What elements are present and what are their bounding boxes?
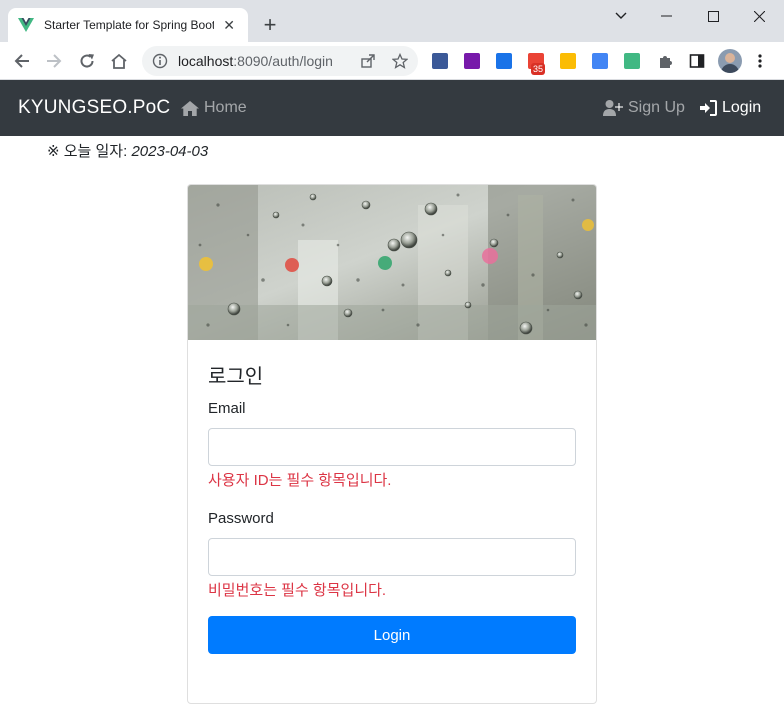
share-icon[interactable]: [360, 53, 376, 69]
login-card: 로그인 Email 사용자 ID는 필수 항목입니다. Password 비밀번…: [187, 184, 597, 704]
nav-signup-label: Sign Up: [628, 99, 685, 116]
forward-icon[interactable]: [42, 49, 66, 73]
nav-login-label: Login: [722, 99, 762, 116]
s-ext-icon[interactable]: [496, 53, 512, 69]
side-panel-icon[interactable]: [689, 53, 705, 69]
rain-window-image: [188, 185, 596, 340]
email-field[interactable]: [208, 428, 576, 466]
keep-ext-icon[interactable]: [560, 53, 576, 69]
email-label: Email: [208, 400, 246, 417]
profile-avatar[interactable]: [718, 49, 742, 73]
site-info-icon[interactable]: [152, 53, 168, 69]
minimize-icon[interactable]: [644, 4, 690, 28]
today-date: ※ 오늘 일자: 2023-04-03: [47, 140, 208, 161]
tab-title: Starter Template for Spring Boot: [44, 18, 215, 32]
address-bar[interactable]: localhost:8090/auth/login: [142, 46, 418, 76]
home-icon[interactable]: [107, 49, 131, 73]
password-error-text: 비밀번호는 필수 항목입니다.: [208, 582, 387, 599]
translate-ext-icon[interactable]: [592, 53, 608, 69]
user-plus-icon: [603, 100, 623, 116]
login-button[interactable]: Login: [208, 616, 576, 654]
password-field[interactable]: [208, 538, 576, 576]
tab-search-icon[interactable]: [598, 4, 644, 28]
tab-close-icon[interactable]: ✕: [220, 16, 238, 34]
browser-toolbar: localhost:8090/auth/login 35: [0, 42, 784, 80]
gmail-badge-count: 35: [531, 63, 546, 75]
nav-home-label: Home: [204, 99, 247, 116]
extensions-puzzle-icon[interactable]: [657, 53, 673, 69]
today-value: 2023-04-03: [131, 143, 209, 160]
vue-favicon-icon: [18, 18, 34, 32]
brand-logo[interactable]: KYUNGSEO.PoC: [18, 97, 170, 119]
home-icon: [181, 100, 199, 116]
url-path: :8090/auth/login: [233, 53, 333, 69]
close-window-icon[interactable]: [736, 4, 782, 28]
kebab-menu-icon[interactable]: [756, 53, 764, 69]
download-ext-icon[interactable]: [432, 53, 448, 69]
browser-tab[interactable]: Starter Template for Spring Boot ✕: [8, 8, 248, 42]
reload-icon[interactable]: [75, 49, 99, 73]
sign-in-icon: [699, 100, 717, 116]
browser-titlebar: Starter Template for Spring Boot ✕ +: [0, 0, 784, 42]
onenote-ext-icon[interactable]: [464, 53, 480, 69]
nav-link-home[interactable]: Home: [181, 99, 247, 117]
nav-link-login[interactable]: Login: [699, 99, 761, 117]
today-label: ※ 오늘 일자:: [47, 143, 132, 160]
bookmark-star-icon[interactable]: [392, 53, 408, 69]
back-icon[interactable]: [10, 49, 34, 73]
site-navbar: KYUNGSEO.PoC Home Sign Up Login: [0, 80, 784, 136]
url-host: localhost: [178, 53, 234, 69]
nav-link-signup[interactable]: Sign Up: [603, 99, 685, 117]
password-label: Password: [208, 510, 274, 527]
maximize-icon[interactable]: [690, 4, 736, 28]
vue-ext-icon[interactable]: [624, 53, 640, 69]
login-title: 로그인: [208, 366, 264, 388]
url-text: localhost:8090/auth/login: [178, 53, 333, 69]
email-error-text: 사용자 ID는 필수 항목입니다.: [208, 472, 392, 489]
new-tab-icon[interactable]: +: [258, 14, 282, 38]
